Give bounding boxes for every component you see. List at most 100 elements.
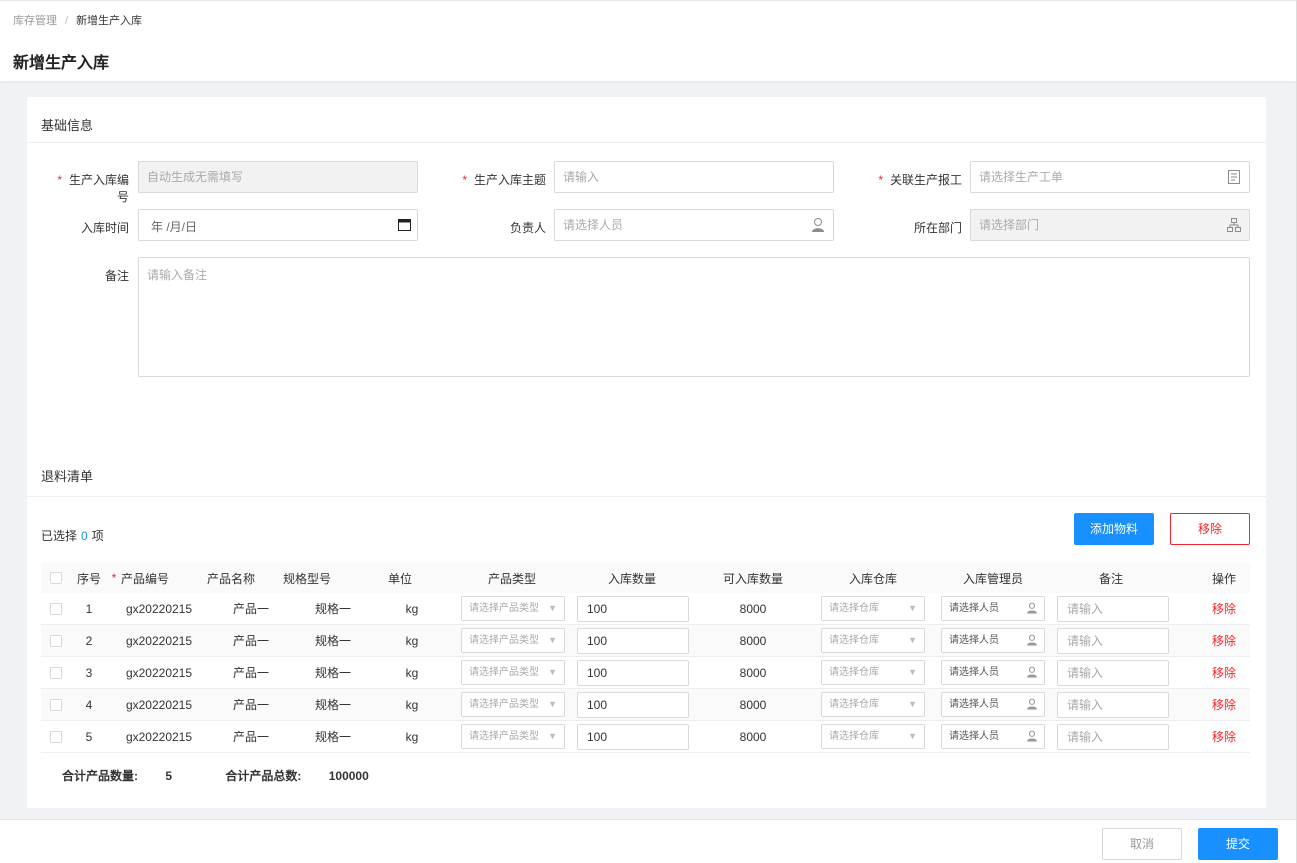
caret-down-icon: ▼ xyxy=(548,667,557,677)
row-remark-input[interactable]: 请输入 xyxy=(1057,723,1169,750)
row-available-qty: 8000 xyxy=(739,633,767,648)
add-material-button[interactable]: 添加物料 xyxy=(1074,513,1154,545)
divider xyxy=(27,142,1266,143)
col-product-name: 产品名称 xyxy=(206,571,255,586)
page-header: 库存管理 / 新增生产入库 新增生产入库 xyxy=(0,0,1297,81)
calendar-icon[interactable] xyxy=(398,218,411,231)
col-in-qty: 入库数量 xyxy=(607,571,656,586)
row-unit: kg xyxy=(405,729,419,744)
row-unit: kg xyxy=(405,633,419,648)
row-available-qty: 8000 xyxy=(739,601,767,616)
row-product-code: gx20220215 xyxy=(125,601,193,616)
row-unit: kg xyxy=(405,601,419,616)
warehouse-select[interactable]: 请选择仓库 ▼ xyxy=(821,596,925,621)
row-product-code: gx20220215 xyxy=(125,729,193,744)
user-icon[interactable] xyxy=(1026,634,1038,646)
remark-label: 备注 xyxy=(104,269,129,283)
row-index: 4 xyxy=(85,697,93,712)
footer-bar: 取消 提交 xyxy=(0,819,1297,863)
date-input[interactable]: 年 /月/日 xyxy=(138,209,418,241)
admin-select[interactable]: 请选择人员 xyxy=(941,660,1045,685)
warehouse-select[interactable]: 请选择仓库 ▼ xyxy=(821,660,925,685)
row-remove-link[interactable]: 移除 xyxy=(1212,696,1236,713)
row-remark-input[interactable]: 请输入 xyxy=(1057,595,1169,622)
in-qty-input[interactable]: 100 xyxy=(577,723,689,750)
col-spec: 规格型号 xyxy=(282,571,331,586)
caret-down-icon: ▼ xyxy=(908,603,917,613)
remark-textarea[interactable] xyxy=(138,257,1250,377)
user-icon[interactable] xyxy=(1026,730,1038,742)
summary: 合计产品数量: 5 合计产品总数: 100000 xyxy=(62,767,369,784)
product-type-select[interactable]: 请选择产品类型 ▼ xyxy=(461,596,565,621)
product-type-select[interactable]: 请选择产品类型 ▼ xyxy=(461,724,565,749)
breadcrumb-current: 新增生产入库 xyxy=(76,15,143,27)
dept-input[interactable] xyxy=(970,209,1250,241)
col-product-type: 产品类型 xyxy=(487,571,536,586)
table-row: 4 gx20220215 产品一 规格一 kg 请选择产品类型 ▼ 100 8000 请选择仓库 ▼… xyxy=(41,689,1250,721)
row-index: 3 xyxy=(85,665,93,680)
user-icon[interactable] xyxy=(1026,698,1038,710)
product-type-select[interactable]: 请选择产品类型 ▼ xyxy=(461,692,565,717)
row-product-code: gx20220215 xyxy=(125,633,193,648)
row-remark-input[interactable]: 请输入 xyxy=(1057,691,1169,718)
row-product-name: 产品一 xyxy=(232,666,269,680)
code-input[interactable] xyxy=(138,161,418,193)
caret-down-icon: ▼ xyxy=(548,635,557,645)
row-remove-link[interactable]: 移除 xyxy=(1212,664,1236,681)
remove-selected-button[interactable]: 移除 xyxy=(1170,513,1250,545)
dept-label: 所在部门 xyxy=(913,221,962,235)
col-unit: 单位 xyxy=(387,571,412,586)
subject-input[interactable] xyxy=(554,161,834,193)
user-icon[interactable] xyxy=(1026,602,1038,614)
in-qty-input[interactable]: 100 xyxy=(577,627,689,654)
product-type-select[interactable]: 请选择产品类型 ▼ xyxy=(461,660,565,685)
row-remove-link[interactable]: 移除 xyxy=(1212,600,1236,617)
user-icon[interactable] xyxy=(810,217,826,233)
row-remark-input[interactable]: 请输入 xyxy=(1057,659,1169,686)
product-type-select[interactable]: 请选择产品类型 ▼ xyxy=(461,628,565,653)
row-spec: 规格一 xyxy=(314,730,351,744)
row-unit: kg xyxy=(405,665,419,680)
breadcrumb-parent[interactable]: 库存管理 xyxy=(13,15,57,27)
row-checkbox[interactable] xyxy=(50,634,62,647)
in-qty-input[interactable]: 100 xyxy=(577,691,689,718)
owner-input[interactable] xyxy=(554,209,834,241)
in-qty-input[interactable]: 100 xyxy=(577,595,689,622)
row-checkbox[interactable] xyxy=(50,666,62,679)
row-index: 5 xyxy=(85,729,93,744)
warehouse-select[interactable]: 请选择仓库 ▼ xyxy=(821,724,925,749)
user-icon[interactable] xyxy=(1026,666,1038,678)
divider xyxy=(27,496,1266,497)
required-mark: * xyxy=(878,173,883,187)
col-required-mark: * xyxy=(111,571,117,585)
warehouse-select[interactable]: 请选择仓库 ▼ xyxy=(821,628,925,653)
admin-select[interactable]: 请选择人员 xyxy=(941,692,1045,717)
warehouse-select[interactable]: 请选择仓库 ▼ xyxy=(821,692,925,717)
row-checkbox[interactable] xyxy=(50,602,62,615)
row-available-qty: 8000 xyxy=(739,729,767,744)
caret-down-icon: ▼ xyxy=(548,699,557,709)
row-remark-input[interactable]: 请输入 xyxy=(1057,627,1169,654)
admin-select[interactable]: 请选择人员 xyxy=(941,596,1045,621)
col-product-code: 产品编号 xyxy=(120,571,169,586)
selected-count: 已选择 0 项 xyxy=(41,529,104,543)
admin-select[interactable]: 请选择人员 xyxy=(941,724,1045,749)
cancel-button[interactable]: 取消 xyxy=(1102,828,1182,860)
work-order-input[interactable] xyxy=(970,161,1250,193)
org-tree-icon[interactable] xyxy=(1226,217,1242,233)
row-product-name: 产品一 xyxy=(232,730,269,744)
in-qty-input[interactable]: 100 xyxy=(577,659,689,686)
work-order-label: * 关联生产报工 xyxy=(878,173,962,187)
submit-button[interactable]: 提交 xyxy=(1198,828,1278,860)
row-remove-link[interactable]: 移除 xyxy=(1212,632,1236,649)
material-table: 序号 * 产品编号 产品名称 规格型号 单位 产品类型 入库数量 可入库数量 入… xyxy=(41,563,1250,753)
row-remove-link[interactable]: 移除 xyxy=(1212,728,1236,745)
row-unit: kg xyxy=(405,697,419,712)
row-checkbox[interactable] xyxy=(50,698,62,711)
admin-select[interactable]: 请选择人员 xyxy=(941,628,1045,653)
document-icon[interactable] xyxy=(1226,169,1242,185)
select-all-checkbox[interactable] xyxy=(50,572,62,584)
row-checkbox[interactable] xyxy=(50,730,62,743)
date-placeholder: 年 /月/日 xyxy=(151,220,198,234)
col-action: 操作 xyxy=(1211,571,1236,586)
